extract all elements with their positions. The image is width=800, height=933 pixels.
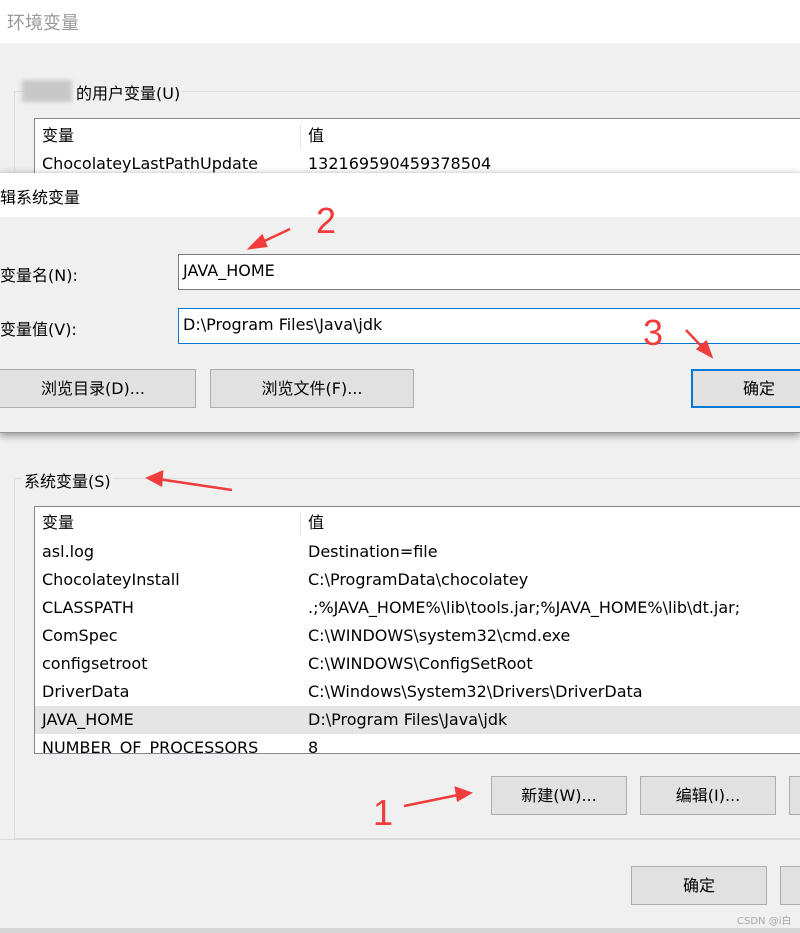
annotation-arrows [145, 227, 714, 808]
step-2-label: 2 [316, 200, 337, 241]
arrow-1 [403, 793, 459, 808]
step-1-label: 1 [373, 792, 394, 833]
arrow-system-vars [157, 477, 233, 492]
step-3-label: 3 [643, 312, 664, 353]
